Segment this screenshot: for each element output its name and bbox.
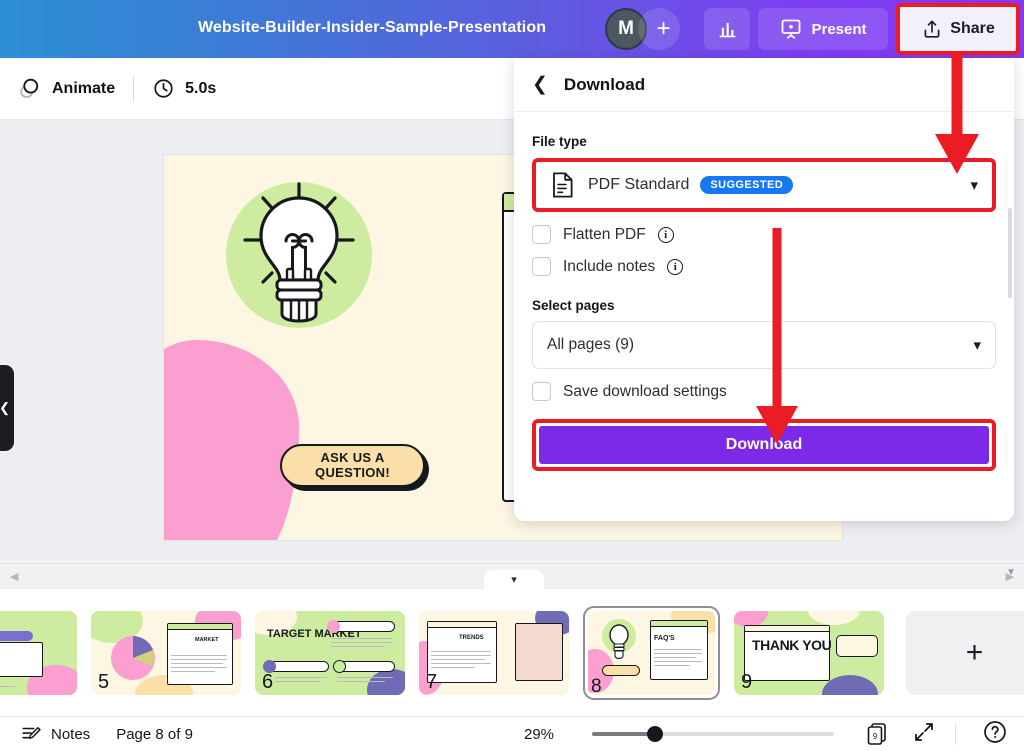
statusbar-divider [955, 723, 956, 745]
zoom-slider-handle[interactable] [647, 726, 663, 742]
plus-icon: + [965, 635, 984, 669]
include-notes-checkbox[interactable] [532, 257, 551, 276]
canvas-scroll-left-button[interactable]: ◀ [0, 570, 28, 583]
ask-button-line1: ASK US A [320, 449, 385, 465]
thumb8-title: FAQ'S [654, 634, 675, 642]
notes-button[interactable]: Notes [20, 723, 90, 745]
present-button[interactable]: Present [758, 8, 888, 50]
page-count-button[interactable]: 9 [864, 721, 892, 747]
thumbnail-panel-toggle[interactable]: ▾ [484, 570, 544, 591]
animate-button[interactable]: Animate [17, 76, 115, 101]
chevron-down-icon: ▾ [970, 177, 978, 194]
file-type-value: PDF Standard [588, 176, 690, 193]
download-button-label: Download [725, 436, 803, 453]
thumb5-number: 5 [98, 670, 110, 693]
plus-icon: + [656, 15, 671, 42]
toolbar-divider [133, 75, 135, 102]
thumb5-title: MARKET [195, 636, 219, 643]
caret-down-icon: ▼ [1006, 567, 1016, 578]
help-button[interactable] [982, 719, 1008, 750]
flatten-pdf-row[interactable]: Flatten PDF i [532, 225, 996, 244]
select-pages-dropdown[interactable]: All pages (9) ▾ [532, 321, 996, 369]
slide-duration-label: 5.0s [185, 79, 217, 97]
lightbulb-illustration [243, 182, 355, 323]
thumb8-number: 8 [591, 675, 602, 697]
decorative-blob-pink [164, 340, 299, 540]
flatten-pdf-info-icon[interactable]: i [657, 226, 674, 243]
flatten-pdf-checkbox[interactable] [532, 225, 551, 244]
panel-scrollbar[interactable] [1008, 208, 1012, 298]
zoom-slider[interactable] [592, 726, 834, 742]
download-panel-header: ❮ Download [514, 58, 1014, 112]
slide-duration-button[interactable]: 5.0s [152, 77, 216, 100]
save-settings-checkbox[interactable] [532, 382, 551, 401]
page-indicator: Page 8 of 9 [116, 725, 193, 743]
select-pages-value: All pages (9) [547, 336, 635, 353]
thumb7-title: TRENDS [459, 634, 484, 641]
thumbnail-slide-9[interactable]: THANK YOU 9 [734, 610, 884, 695]
file-type-select[interactable]: PDF Standard SUGGESTED ▾ [532, 158, 996, 212]
add-slide-button[interactable]: + [906, 610, 1024, 695]
thumbnail-slide-6[interactable]: TARGET MARKET 6 [255, 610, 405, 695]
download-panel-title: Download [563, 74, 646, 94]
fullscreen-expand-icon [915, 722, 933, 741]
download-panel: ❮ Download File type PDF Standard SUGGES… [514, 58, 1014, 521]
svg-text:9: 9 [873, 732, 878, 741]
add-member-button[interactable]: + [638, 8, 680, 50]
top-toolbar: Website-Builder-Insider-Sample-Presentat… [0, 0, 1024, 58]
thumb9-number: 9 [741, 670, 753, 693]
notes-pencil-icon [22, 727, 41, 739]
include-notes-label: Include notes [563, 257, 656, 275]
ask-button-line2: QUESTION! [315, 464, 390, 480]
thumb8-bulb-icon [609, 623, 629, 659]
presentation-screen-icon [782, 19, 801, 39]
bar-chart-icon [719, 22, 735, 37]
back-button[interactable]: ❮ [532, 73, 548, 96]
bottom-statusbar: Notes Page 8 of 9 29% 9 [0, 716, 1024, 751]
download-button[interactable]: Download [539, 426, 989, 464]
upload-share-icon [924, 20, 940, 38]
chevron-down-icon: ▾ [511, 574, 517, 586]
save-settings-row[interactable]: Save download settings [532, 382, 996, 401]
pie-chart-mini [111, 635, 155, 680]
suggested-badge: SUGGESTED [700, 176, 794, 194]
animate-circles-icon [20, 78, 39, 99]
thumbnail-slide-4[interactable]: INTRODUCTION [0, 610, 77, 695]
pdf-document-icon [553, 172, 573, 198]
thumb7-number: 7 [426, 670, 438, 693]
thumbnail-slide-5[interactable]: MARKET 5 [91, 610, 241, 695]
document-title[interactable]: Website-Builder-Insider-Sample-Presentat… [198, 19, 546, 37]
zoom-percent-label: 29% [524, 725, 555, 743]
fullscreen-button[interactable] [912, 720, 936, 749]
collaborators-group: M + [605, 8, 680, 50]
select-pages-label: Select pages [532, 298, 615, 313]
chevron-down-icon: ▾ [973, 337, 981, 354]
thumb6-number: 6 [262, 670, 274, 693]
clock-icon [154, 79, 173, 98]
include-notes-info-icon[interactable]: i [667, 258, 684, 275]
file-type-label: File type [532, 134, 587, 149]
thumb9-title: THANK YOU [752, 636, 832, 653]
chevron-left-icon: ❮ [0, 400, 10, 415]
thumbnail-slide-7[interactable]: TRENDS 7 [419, 610, 569, 695]
animate-label: Animate [52, 79, 116, 97]
download-button-highlight: Download [532, 419, 996, 471]
thumbnail-slide-8-selected[interactable]: FAQ'S 8 [583, 605, 720, 700]
share-button[interactable]: Share [896, 3, 1020, 55]
slides-stack-icon: 9 [867, 723, 886, 745]
ask-us-a-question-button[interactable]: ASK US A QUESTION! [280, 444, 425, 487]
include-notes-row[interactable]: Include notes i [532, 257, 996, 276]
save-settings-label: Save download settings [563, 382, 727, 400]
sidebar-collapse-handle[interactable]: ❮ [0, 365, 14, 451]
slide-thumbnail-strip[interactable]: INTRODUCTION MARKET [0, 589, 1024, 716]
flatten-pdf-label: Flatten PDF [563, 225, 646, 243]
question-mark-icon [984, 720, 1006, 743]
notes-label: Notes [51, 725, 91, 743]
present-label: Present [811, 20, 867, 38]
share-label: Share [950, 20, 995, 37]
insights-button[interactable] [704, 8, 750, 50]
download-panel-body: File type PDF Standard SUGGESTED ▾ Flatt… [514, 112, 1014, 471]
canvas-scroll-down-button[interactable]: ▼ [1006, 567, 1016, 578]
